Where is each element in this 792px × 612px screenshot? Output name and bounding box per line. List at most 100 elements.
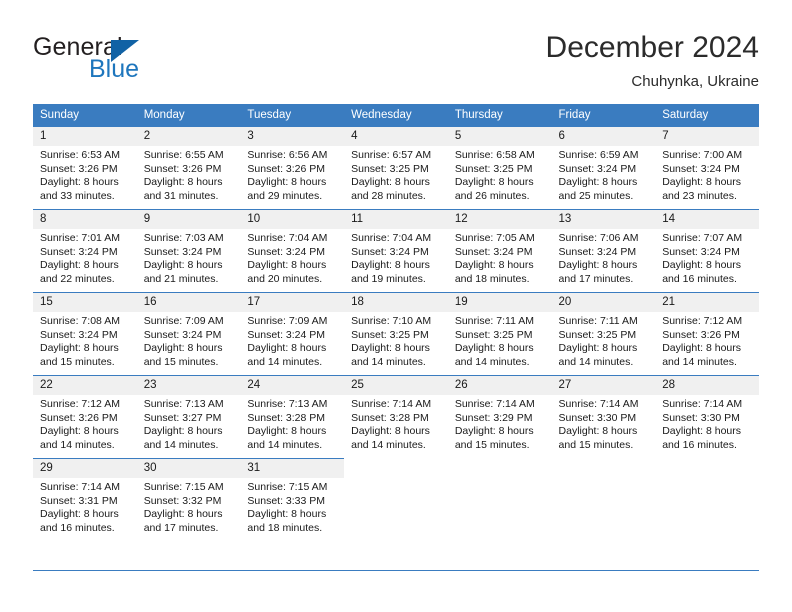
calendar-day-cell[interactable]: 23 Sunrise: 7:13 AM Sunset: 3:27 PM Dayligh… bbox=[136, 375, 241, 458]
day-sunrise-text: Sunrise: 7:03 AM bbox=[143, 232, 224, 244]
calendar-page: General Blue December 2024 Chuhynka, Ukr… bbox=[0, 0, 792, 612]
calendar-day-cell[interactable]: 18 Sunrise: 7:10 AM Sunset: 3:25 PM Dayligh… bbox=[344, 292, 448, 375]
day-details: Sunrise: 6:59 AM Sunset: 3:24 PM Daylight:… bbox=[552, 146, 656, 203]
day-details: Sunrise: 7:11 AM Sunset: 3:25 PM Daylight:… bbox=[448, 312, 552, 369]
day-details bbox=[344, 478, 448, 481]
calendar-day-cell[interactable]: 26 Sunrise: 7:14 AM Sunset: 3:29 PM Dayligh… bbox=[447, 375, 552, 458]
calendar-day-cell[interactable]: 4 Sunrise: 6:57 AM Sunset: 3:25 PM Daylight… bbox=[344, 126, 448, 209]
calendar-cell: 28 Sunrise: 7:14 AM Sunset: 3:30 PM Dayligh… bbox=[655, 375, 759, 458]
day-sunset-text: Sunset: 3:32 PM bbox=[143, 494, 222, 507]
day-details: Sunrise: 6:56 AM Sunset: 3:26 PM Daylight:… bbox=[240, 146, 344, 203]
calendar-day-cell[interactable]: 7 Sunrise: 7:00 AM Sunset: 3:24 PM Daylight… bbox=[655, 126, 759, 209]
day-details: Sunrise: 6:58 AM Sunset: 3:25 PM Daylight:… bbox=[448, 146, 552, 203]
day-number: 13 bbox=[551, 210, 656, 229]
calendar-day-cell[interactable]: 16 Sunrise: 7:09 AM Sunset: 3:24 PM Dayligh… bbox=[136, 292, 241, 375]
day-details: Sunrise: 6:55 AM Sunset: 3:26 PM Daylight:… bbox=[137, 146, 241, 203]
day-daylight1-text: Daylight: 8 hours bbox=[40, 176, 119, 188]
calendar-day-cell-empty bbox=[344, 458, 448, 541]
day-sunrise-text: Sunrise: 7:12 AM bbox=[40, 398, 120, 410]
calendar-day-cell[interactable]: 25 Sunrise: 7:14 AM Sunset: 3:28 PM Dayligh… bbox=[344, 375, 448, 458]
day-daylight2-text: and 21 minutes. bbox=[143, 272, 219, 285]
day-daylight2-text: and 14 minutes. bbox=[351, 355, 426, 368]
day-details bbox=[655, 478, 759, 481]
calendar-day-cell[interactable]: 5 Sunrise: 6:58 AM Sunset: 3:25 PM Daylight… bbox=[447, 126, 552, 209]
calendar-day-cell[interactable]: 1 Sunrise: 6:53 AM Sunset: 3:26 PM Daylight… bbox=[33, 126, 137, 209]
calendar-cell: 16 Sunrise: 7:09 AM Sunset: 3:24 PM Dayligh… bbox=[136, 292, 241, 375]
calendar-day-cell[interactable]: 28 Sunrise: 7:14 AM Sunset: 3:30 PM Dayligh… bbox=[655, 375, 759, 458]
calendar-day-cell[interactable]: 27 Sunrise: 7:14 AM Sunset: 3:30 PM Dayligh… bbox=[551, 375, 656, 458]
day-number bbox=[655, 459, 759, 478]
day-number: 1 bbox=[33, 127, 137, 146]
day-daylight1-text: Daylight: 8 hours bbox=[247, 425, 327, 437]
weekday-header-wednesday: Wednesday bbox=[344, 104, 448, 126]
day-sunrise-text: Sunrise: 7:14 AM bbox=[40, 481, 120, 493]
calendar-day-cell[interactable]: 6 Sunrise: 6:59 AM Sunset: 3:24 PM Daylight… bbox=[551, 126, 656, 209]
day-number: 24 bbox=[240, 376, 345, 395]
calendar-day-cell[interactable]: 21 Sunrise: 7:12 AM Sunset: 3:26 PM Dayligh… bbox=[655, 292, 759, 375]
calendar-day-cell[interactable]: 13 Sunrise: 7:06 AM Sunset: 3:24 PM Dayligh… bbox=[551, 209, 656, 292]
calendar-day-cell[interactable]: 19 Sunrise: 7:11 AM Sunset: 3:25 PM Dayligh… bbox=[447, 292, 552, 375]
calendar-day-cell[interactable]: 31 Sunrise: 7:15 AM Sunset: 3:33 PM Dayligh… bbox=[240, 458, 345, 541]
day-daylight1-text: Daylight: 8 hours bbox=[247, 508, 327, 520]
day-sunset-text: Sunset: 3:24 PM bbox=[143, 328, 222, 341]
calendar-day-cell[interactable]: 14 Sunrise: 7:07 AM Sunset: 3:24 PM Dayligh… bbox=[655, 209, 759, 292]
day-sunrise-text: Sunrise: 7:14 AM bbox=[454, 398, 535, 410]
day-details: Sunrise: 7:00 AM Sunset: 3:24 PM Daylight:… bbox=[655, 146, 759, 203]
day-sunrise-text: Sunrise: 6:58 AM bbox=[454, 149, 535, 161]
day-daylight2-text: and 28 minutes. bbox=[351, 189, 426, 202]
day-details: Sunrise: 7:14 AM Sunset: 3:30 PM Daylight:… bbox=[655, 395, 759, 452]
calendar-day-cell[interactable]: 30 Sunrise: 7:15 AM Sunset: 3:32 PM Dayligh… bbox=[136, 458, 241, 541]
day-sunset-text: Sunset: 3:29 PM bbox=[454, 411, 533, 424]
day-sunset-text: Sunset: 3:25 PM bbox=[454, 162, 533, 175]
day-sunrise-text: Sunrise: 7:11 AM bbox=[454, 315, 534, 327]
day-sunset-text: Sunset: 3:24 PM bbox=[351, 245, 429, 258]
day-details: Sunrise: 7:07 AM Sunset: 3:24 PM Daylight:… bbox=[655, 229, 759, 286]
day-sunrise-text: Sunrise: 7:15 AM bbox=[247, 481, 328, 493]
calendar-day-cell[interactable]: 11 Sunrise: 7:04 AM Sunset: 3:24 PM Dayligh… bbox=[344, 209, 448, 292]
calendar-day-cell[interactable]: 20 Sunrise: 7:11 AM Sunset: 3:25 PM Dayligh… bbox=[551, 292, 656, 375]
calendar-cell bbox=[447, 458, 552, 541]
calendar-cell: 13 Sunrise: 7:06 AM Sunset: 3:24 PM Dayligh… bbox=[551, 209, 656, 292]
day-number: 20 bbox=[551, 293, 656, 312]
calendar-day-cell[interactable]: 8 Sunrise: 7:01 AM Sunset: 3:24 PM Daylight… bbox=[33, 209, 137, 292]
day-sunrise-text: Sunrise: 7:09 AM bbox=[247, 315, 328, 327]
day-daylight2-text: and 14 minutes. bbox=[40, 438, 115, 451]
day-sunrise-text: Sunrise: 7:09 AM bbox=[143, 315, 224, 327]
day-number: 31 bbox=[240, 459, 345, 478]
day-number: 16 bbox=[136, 293, 241, 312]
day-daylight2-text: and 17 minutes. bbox=[143, 521, 219, 534]
day-number: 25 bbox=[344, 376, 448, 395]
calendar-day-cell[interactable]: 2 Sunrise: 6:55 AM Sunset: 3:26 PM Daylight… bbox=[136, 126, 241, 209]
day-sunrise-text: Sunrise: 7:13 AM bbox=[143, 398, 224, 410]
day-sunset-text: Sunset: 3:33 PM bbox=[247, 494, 326, 507]
day-sunset-text: Sunset: 3:26 PM bbox=[40, 411, 118, 424]
day-number: 26 bbox=[447, 376, 552, 395]
brand-name-blue: Blue bbox=[89, 55, 140, 83]
day-sunrise-text: Sunrise: 7:08 AM bbox=[40, 315, 120, 327]
day-details: Sunrise: 7:04 AM Sunset: 3:24 PM Daylight:… bbox=[240, 229, 344, 286]
brand-logo[interactable]: General Blue bbox=[33, 33, 273, 83]
calendar-day-cell[interactable]: 9 Sunrise: 7:03 AM Sunset: 3:24 PM Daylight… bbox=[136, 209, 241, 292]
day-daylight1-text: Daylight: 8 hours bbox=[351, 342, 430, 354]
day-daylight1-text: Daylight: 8 hours bbox=[40, 508, 119, 520]
calendar-day-cell[interactable]: 3 Sunrise: 6:56 AM Sunset: 3:26 PM Daylight… bbox=[240, 126, 345, 209]
calendar-cell: 3 Sunrise: 6:56 AM Sunset: 3:26 PM Daylight… bbox=[240, 126, 345, 209]
day-daylight2-text: and 15 minutes. bbox=[143, 355, 219, 368]
calendar-cell: 23 Sunrise: 7:13 AM Sunset: 3:27 PM Dayligh… bbox=[136, 375, 241, 458]
day-sunrise-text: Sunrise: 7:01 AM bbox=[40, 232, 120, 244]
day-sunset-text: Sunset: 3:27 PM bbox=[143, 411, 222, 424]
calendar-day-cell[interactable]: 12 Sunrise: 7:05 AM Sunset: 3:24 PM Dayligh… bbox=[447, 209, 552, 292]
day-daylight1-text: Daylight: 8 hours bbox=[454, 425, 534, 437]
calendar-day-cell[interactable]: 24 Sunrise: 7:13 AM Sunset: 3:28 PM Dayligh… bbox=[240, 375, 345, 458]
calendar-day-cell[interactable]: 17 Sunrise: 7:09 AM Sunset: 3:24 PM Dayligh… bbox=[240, 292, 345, 375]
day-details: Sunrise: 7:10 AM Sunset: 3:25 PM Daylight:… bbox=[344, 312, 448, 369]
calendar-day-cell[interactable]: 15 Sunrise: 7:08 AM Sunset: 3:24 PM Dayligh… bbox=[33, 292, 137, 375]
calendar-cell: 27 Sunrise: 7:14 AM Sunset: 3:30 PM Dayligh… bbox=[551, 375, 656, 458]
calendar-week-row: 22 Sunrise: 7:12 AM Sunset: 3:26 PM Dayligh… bbox=[33, 375, 759, 458]
calendar-day-cell[interactable]: 29 Sunrise: 7:14 AM Sunset: 3:31 PM Dayligh… bbox=[33, 458, 137, 541]
day-sunset-text: Sunset: 3:26 PM bbox=[40, 162, 118, 175]
day-daylight1-text: Daylight: 8 hours bbox=[662, 176, 742, 188]
calendar-day-cell[interactable]: 22 Sunrise: 7:12 AM Sunset: 3:26 PM Dayligh… bbox=[33, 375, 137, 458]
calendar-day-cell[interactable]: 10 Sunrise: 7:04 AM Sunset: 3:24 PM Dayligh… bbox=[240, 209, 345, 292]
day-sunset-text: Sunset: 3:26 PM bbox=[662, 328, 740, 341]
